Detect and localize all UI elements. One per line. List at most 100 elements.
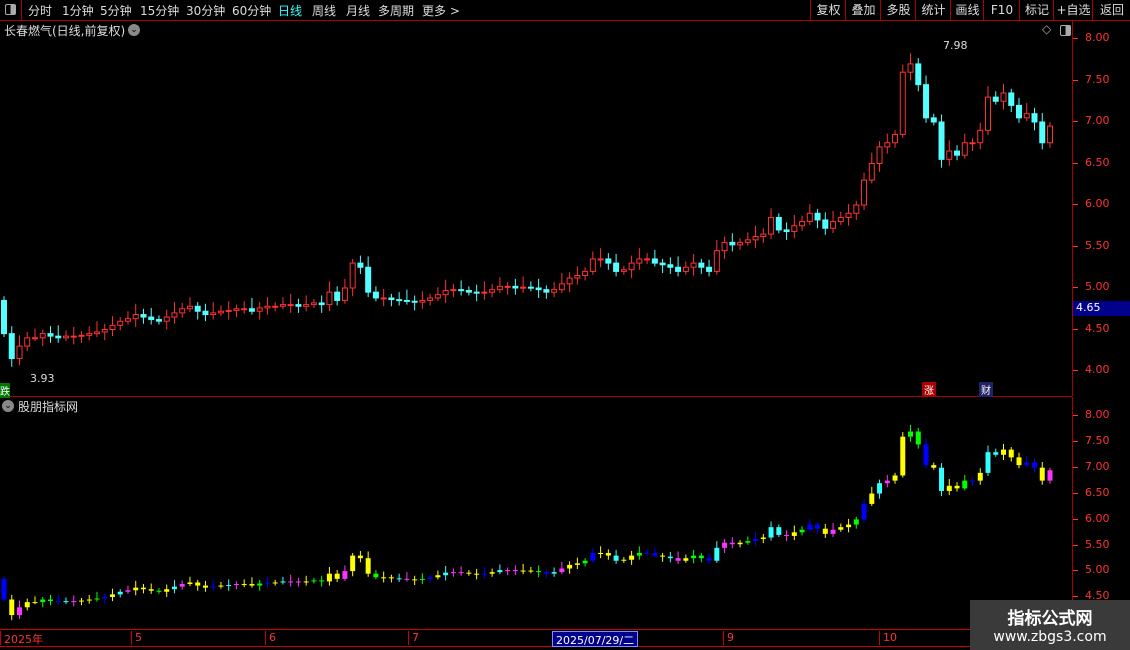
candle[interactable] xyxy=(295,298,302,313)
candle[interactable] xyxy=(698,258,705,274)
candle[interactable] xyxy=(109,316,116,337)
candle[interactable] xyxy=(597,248,604,268)
marker-zhang[interactable]: 涨 xyxy=(922,382,936,397)
candle[interactable] xyxy=(744,232,751,246)
candle[interactable] xyxy=(558,273,565,293)
candle[interactable] xyxy=(202,303,209,322)
toolbar-button[interactable]: 返回 xyxy=(1092,0,1130,20)
candle[interactable] xyxy=(667,257,674,274)
candle[interactable] xyxy=(93,321,100,337)
candle[interactable] xyxy=(434,287,441,302)
candle[interactable] xyxy=(248,297,255,315)
candle[interactable] xyxy=(473,284,480,302)
candle[interactable] xyxy=(117,317,124,331)
candle[interactable] xyxy=(1047,122,1053,148)
candle[interactable] xyxy=(70,327,77,345)
candle[interactable] xyxy=(55,325,62,343)
candle[interactable] xyxy=(318,295,325,313)
candle[interactable] xyxy=(101,323,108,341)
candle[interactable] xyxy=(760,228,767,244)
candle[interactable] xyxy=(729,233,736,252)
candle[interactable] xyxy=(628,255,635,279)
candle[interactable] xyxy=(349,258,356,297)
candle[interactable] xyxy=(496,277,503,293)
candle[interactable] xyxy=(946,140,953,166)
candle[interactable] xyxy=(884,133,891,154)
candle[interactable] xyxy=(992,91,999,105)
candle[interactable] xyxy=(256,302,263,320)
candle[interactable] xyxy=(837,211,844,225)
candle[interactable] xyxy=(613,253,620,277)
candle[interactable] xyxy=(822,212,829,235)
candle[interactable] xyxy=(465,286,472,296)
candle[interactable] xyxy=(155,315,162,325)
candle[interactable] xyxy=(876,141,883,172)
candle[interactable] xyxy=(427,293,434,306)
candle[interactable] xyxy=(892,130,899,148)
candle[interactable] xyxy=(326,281,333,312)
candle[interactable] xyxy=(675,256,682,277)
candle[interactable] xyxy=(86,326,93,341)
candle[interactable] xyxy=(644,253,651,264)
candle[interactable] xyxy=(737,238,744,250)
candle[interactable] xyxy=(450,283,457,298)
candle[interactable] xyxy=(241,301,248,314)
candle[interactable] xyxy=(543,285,550,299)
candle[interactable] xyxy=(907,53,914,81)
candle[interactable] xyxy=(636,248,643,270)
candle[interactable] xyxy=(806,204,813,225)
candle[interactable] xyxy=(706,259,713,277)
candle[interactable] xyxy=(814,209,821,229)
candle[interactable] xyxy=(783,222,790,240)
candle[interactable] xyxy=(1023,102,1030,122)
candle[interactable] xyxy=(520,276,527,293)
candle[interactable] xyxy=(357,255,364,274)
candle[interactable] xyxy=(930,113,937,126)
candle[interactable] xyxy=(659,258,666,274)
candle[interactable] xyxy=(403,289,410,305)
candle[interactable] xyxy=(1039,112,1046,150)
candle[interactable] xyxy=(551,282,558,298)
candle[interactable] xyxy=(217,305,224,317)
candle[interactable] xyxy=(47,326,54,343)
candle[interactable] xyxy=(985,86,992,136)
candle[interactable] xyxy=(16,335,23,366)
candle[interactable] xyxy=(1031,107,1038,131)
candle[interactable] xyxy=(961,133,968,159)
candle[interactable] xyxy=(589,251,596,275)
candle[interactable] xyxy=(287,293,294,313)
candle[interactable] xyxy=(1008,88,1015,113)
candle[interactable] xyxy=(512,278,519,295)
candle[interactable] xyxy=(24,331,31,352)
candle[interactable] xyxy=(233,304,240,318)
candle[interactable] xyxy=(853,200,860,220)
candle[interactable] xyxy=(1,296,7,337)
candle[interactable] xyxy=(78,331,85,343)
marker-die[interactable]: 跌 xyxy=(0,383,10,398)
candle[interactable] xyxy=(682,261,689,275)
candle[interactable] xyxy=(163,309,170,330)
candle[interactable] xyxy=(124,311,131,325)
candle[interactable] xyxy=(458,280,465,296)
candle[interactable] xyxy=(310,298,317,308)
candle[interactable] xyxy=(272,302,279,312)
candle[interactable] xyxy=(651,249,658,267)
candle[interactable] xyxy=(923,75,930,123)
candle[interactable] xyxy=(977,122,984,150)
candle[interactable] xyxy=(861,172,868,210)
candle[interactable] xyxy=(489,283,496,298)
chevron-down-icon[interactable]: ⌄ xyxy=(2,400,14,412)
candle[interactable] xyxy=(225,301,232,320)
candle[interactable] xyxy=(845,204,852,226)
candle[interactable] xyxy=(566,272,573,293)
candle[interactable] xyxy=(868,152,875,184)
candle[interactable] xyxy=(527,281,534,292)
candle[interactable] xyxy=(690,253,697,276)
candle[interactable] xyxy=(31,328,38,342)
candle[interactable] xyxy=(938,114,945,168)
candle[interactable] xyxy=(481,281,488,300)
candle[interactable] xyxy=(713,239,720,275)
candle[interactable] xyxy=(768,208,775,240)
candle[interactable] xyxy=(775,213,782,234)
candle[interactable] xyxy=(969,138,976,152)
